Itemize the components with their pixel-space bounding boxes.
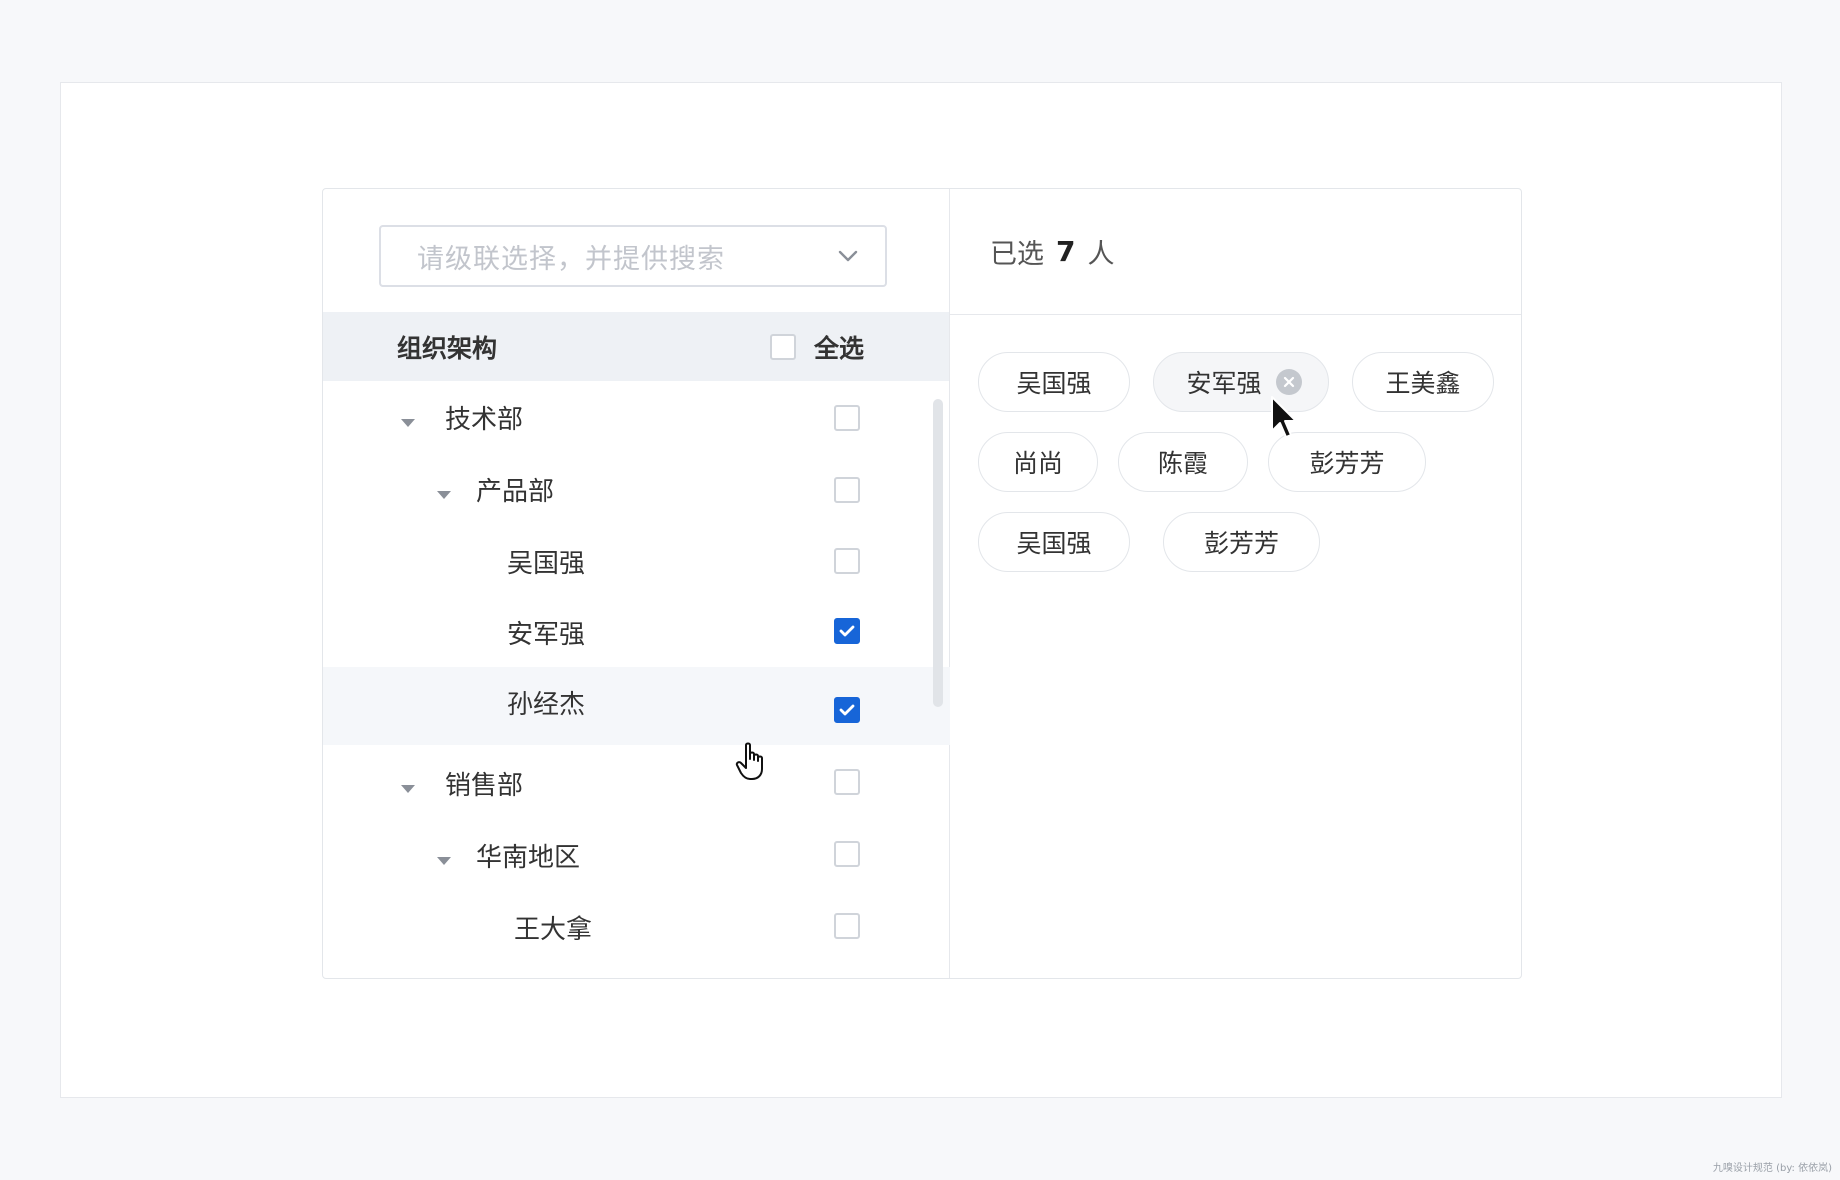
- select-all-control[interactable]: 全选: [770, 329, 864, 365]
- search-placeholder: 请级联选择，并提供搜索: [417, 243, 725, 275]
- caret-down-icon[interactable]: [400, 781, 416, 797]
- tree-row-checkbox[interactable]: [834, 841, 860, 867]
- select-all-checkbox[interactable]: [770, 333, 796, 360]
- tree-row-checkbox-checked[interactable]: [834, 697, 860, 723]
- selected-chip[interactable]: 陈霞: [1118, 432, 1248, 492]
- people-picker-panel: 请级联选择，并提供搜索 组织架构 全选 技术部 产品部 吴国强 安军强 孙经杰 …: [322, 188, 1522, 979]
- select-all-label: 全选: [814, 333, 865, 363]
- checkmark-icon: [839, 704, 855, 716]
- tree-row-person-hovered[interactable]: 孙经杰: [323, 667, 950, 745]
- selected-chip[interactable]: 彭芳芳: [1163, 512, 1320, 572]
- tree-row-label: 孙经杰: [507, 690, 586, 720]
- tree-row-person[interactable]: 安军强: [323, 596, 950, 668]
- tree-row-label: 华南地区: [476, 842, 581, 873]
- tree-list: 技术部 产品部 吴国强 安军强 孙经杰 销售部 华南地区 王大拿: [323, 381, 950, 978]
- tree-row-checkbox[interactable]: [834, 769, 860, 795]
- tree-row-checkbox[interactable]: [834, 477, 860, 503]
- chip-label: 彭芳芳: [1309, 449, 1385, 478]
- tree-row-person[interactable]: 王大拿: [323, 891, 950, 963]
- tree-scrollbar[interactable]: [933, 399, 943, 707]
- chip-label: 吴国强: [1016, 529, 1092, 558]
- tree-row-dept-sales[interactable]: 销售部: [323, 747, 950, 819]
- chip-label: 安军强: [1186, 369, 1262, 398]
- chip-label: 彭芳芳: [1203, 529, 1279, 558]
- tree-row-dept-south-china[interactable]: 华南地区: [323, 819, 950, 891]
- selected-chip[interactable]: 彭芳芳: [1268, 432, 1426, 492]
- tree-header: 组织架构 全选: [323, 312, 949, 381]
- watermark: 九嗅设计规范 (by: 依依岚): [1712, 1163, 1832, 1174]
- tree-header-title: 组织架构: [397, 333, 498, 363]
- tree-row-label: 吴国强: [507, 548, 586, 579]
- tree-row-label: 销售部: [445, 770, 524, 801]
- chevron-down-icon[interactable]: [835, 243, 861, 269]
- tree-row-label: 产品部: [476, 476, 555, 507]
- tree-row-person[interactable]: 吴国强: [323, 525, 950, 597]
- selected-chip-list: 吴国强 安军强 王美鑫 尚尚 陈霞 彭芳芳 吴国强 彭芳芳: [950, 189, 1521, 978]
- checkmark-icon: [839, 625, 855, 637]
- selected-chip[interactable]: 尚尚: [978, 432, 1098, 492]
- selected-chip-hovered[interactable]: 安军强: [1153, 352, 1329, 412]
- chip-label: 陈霞: [1157, 449, 1208, 478]
- tree-row-checkbox[interactable]: [834, 548, 860, 574]
- caret-down-icon[interactable]: [400, 415, 416, 431]
- selected-chip[interactable]: 吴国强: [978, 352, 1130, 412]
- cascader-search-input[interactable]: 请级联选择，并提供搜索: [379, 225, 887, 287]
- caret-down-icon[interactable]: [436, 487, 452, 503]
- chip-label: 吴国强: [1016, 369, 1092, 398]
- org-tree-pane: 请级联选择，并提供搜索 组织架构 全选 技术部 产品部 吴国强 安军强 孙经杰 …: [323, 189, 950, 978]
- tree-row-label: 技术部: [445, 404, 524, 435]
- selected-chip[interactable]: 王美鑫: [1352, 352, 1494, 412]
- tree-row-checkbox[interactable]: [834, 913, 860, 939]
- tree-row-label: 王大拿: [514, 914, 593, 945]
- chip-label: 尚尚: [1012, 449, 1063, 478]
- close-circle-icon[interactable]: [1275, 369, 1302, 395]
- chip-label: 王美鑫: [1385, 369, 1461, 398]
- selected-pane: 已选 7 人 吴国强 安军强 王美鑫 尚尚 陈霞 彭芳芳 吴国强 彭芳芳: [950, 189, 1521, 978]
- tree-row-checkbox-checked[interactable]: [834, 618, 860, 644]
- selected-chip[interactable]: 吴国强: [978, 512, 1130, 572]
- tree-row-dept-tech[interactable]: 技术部: [323, 381, 950, 453]
- tree-row-label: 安军强: [507, 619, 586, 650]
- tree-row-checkbox[interactable]: [834, 405, 860, 431]
- tree-row-dept-product[interactable]: 产品部: [323, 453, 950, 525]
- caret-down-icon[interactable]: [436, 853, 452, 869]
